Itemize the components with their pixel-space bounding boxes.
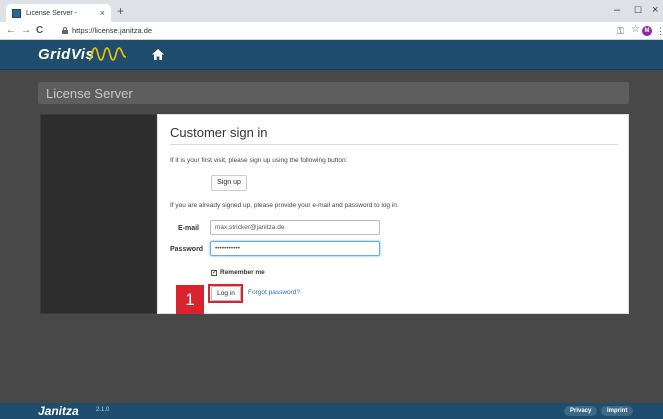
address-bar: ← → C https://license.janitza.de ⚿ ☆ M ⋮ <box>0 22 663 40</box>
remember-me-checkbox[interactable]: ✓ <box>211 270 217 276</box>
tab-close-icon[interactable]: × <box>100 8 105 18</box>
url-field[interactable]: https://license.janitza.de <box>72 25 152 37</box>
remember-me-label: Remember me <box>220 269 265 276</box>
home-icon[interactable] <box>152 49 164 60</box>
forward-icon[interactable]: → <box>21 25 31 37</box>
page-title-bar: License Server <box>38 82 629 104</box>
login-intro-text: If you are already signed up, please pro… <box>170 202 399 209</box>
page-title: License Server <box>46 86 133 101</box>
minimize-icon[interactable]: – <box>614 3 620 17</box>
janitza-logo: Janitza <box>38 404 79 418</box>
signin-card: Customer sign in If it is your first vis… <box>157 114 629 314</box>
signin-title: Customer sign in <box>170 125 268 140</box>
email-label: E-mail <box>178 225 200 232</box>
bookmark-star-icon[interactable]: ☆ <box>631 24 640 36</box>
browser-tab-bar: License Server - × + – ☐ × <box>0 0 663 22</box>
new-tab-icon[interactable]: + <box>117 4 124 18</box>
maximize-icon[interactable]: ☐ <box>634 3 642 17</box>
signup-button[interactable]: Sign up <box>211 175 247 191</box>
reload-icon[interactable]: C <box>36 25 43 37</box>
email-field[interactable]: max.stricker@janitza.de <box>210 220 380 235</box>
profile-avatar[interactable]: M <box>642 26 652 36</box>
gridvis-logo[interactable]: GridVis <box>38 46 94 63</box>
favicon-icon <box>12 8 21 18</box>
back-icon[interactable]: ← <box>6 25 16 37</box>
main-content: License Server Customer sign in If it is… <box>0 70 663 403</box>
browser-menu-icon[interactable]: ⋮ <box>656 25 663 37</box>
privacy-link[interactable]: Privacy <box>564 406 598 416</box>
tab-title: License Server - <box>26 9 77 17</box>
window-close-icon[interactable]: × <box>652 3 658 17</box>
login-button[interactable]: Log in <box>211 286 241 301</box>
app-footer: Janitza 2.1.0 Privacy Imprint <box>0 403 663 419</box>
key-icon[interactable]: ⚿ <box>617 25 624 37</box>
password-field[interactable]: ••••••••••• <box>210 241 380 256</box>
imprint-link[interactable]: Imprint <box>601 406 634 416</box>
version-label: 2.1.0 <box>96 407 110 413</box>
title-divider <box>170 144 618 145</box>
app-header: GridVis <box>0 40 663 70</box>
browser-tab[interactable]: License Server - × <box>6 4 111 22</box>
step-number-badge: 1 <box>176 285 204 314</box>
wave-icon <box>88 47 127 61</box>
forgot-password-link[interactable]: Forgot password? <box>248 289 300 296</box>
left-panel <box>40 114 157 314</box>
signup-intro-text: If it is your first visit, please sign u… <box>170 157 348 164</box>
password-label: Password <box>170 246 204 253</box>
lock-icon <box>62 27 68 34</box>
